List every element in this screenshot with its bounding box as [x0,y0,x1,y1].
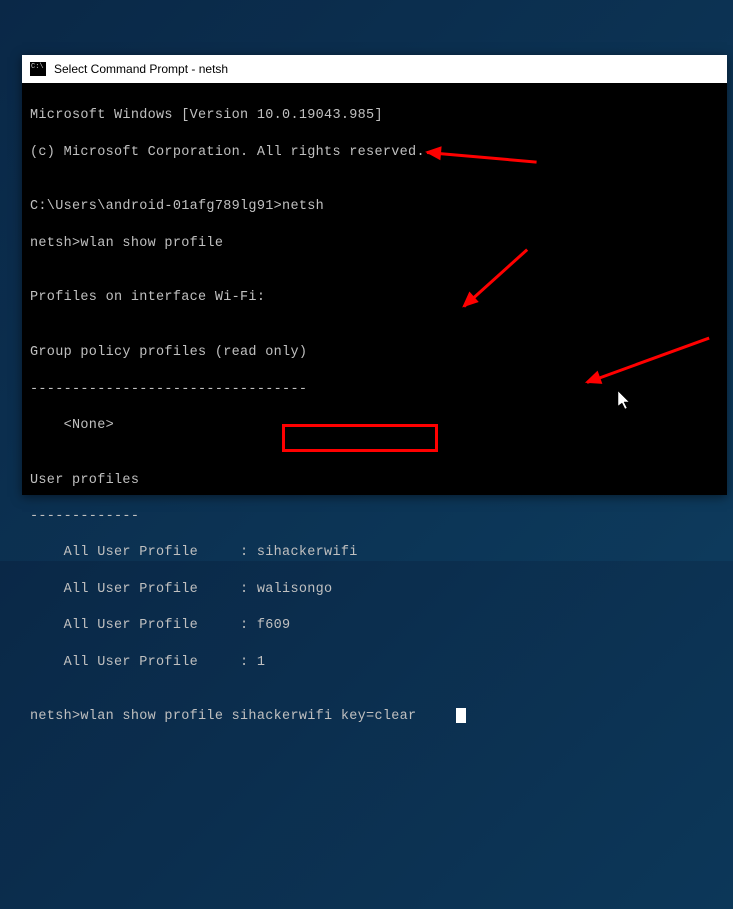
terminal-line: All User Profile : walisongo [30,581,719,599]
current-command: netsh>wlan show profile sihackerwifi key… [30,710,416,725]
terminal-line: Group policy profiles (read only) [30,344,719,362]
command-prompt-window: Select Command Prompt - netsh Microsoft … [22,55,727,495]
terminal-line: Profiles on interface Wi-Fi: [30,289,719,307]
terminal-line: --------------------------------- [30,381,719,399]
window-titlebar[interactable]: Select Command Prompt - netsh [22,55,727,83]
terminal-line: All User Profile : 1 [30,654,719,672]
text-cursor [456,708,466,723]
terminal-line: User profiles [30,472,719,490]
cmd-icon [30,62,46,76]
terminal-line: (c) Microsoft Corporation. All rights re… [30,144,719,162]
terminal-line: netsh>wlan show profile sihackerwifi key… [30,708,719,726]
window-title: Select Command Prompt - netsh [54,62,228,76]
terminal-line: All User Profile : sihackerwifi [30,544,719,562]
terminal-line: netsh>wlan show profile [30,235,719,253]
terminal-line: <None> [30,417,719,435]
terminal-line: ------------- [30,508,719,526]
terminal-line: All User Profile : f609 [30,617,719,635]
terminal-line: Microsoft Windows [Version 10.0.19043.98… [30,107,719,125]
terminal-output[interactable]: Microsoft Windows [Version 10.0.19043.98… [22,83,727,495]
terminal-line: C:\Users\android-01afg789lg91>netsh [30,198,719,216]
